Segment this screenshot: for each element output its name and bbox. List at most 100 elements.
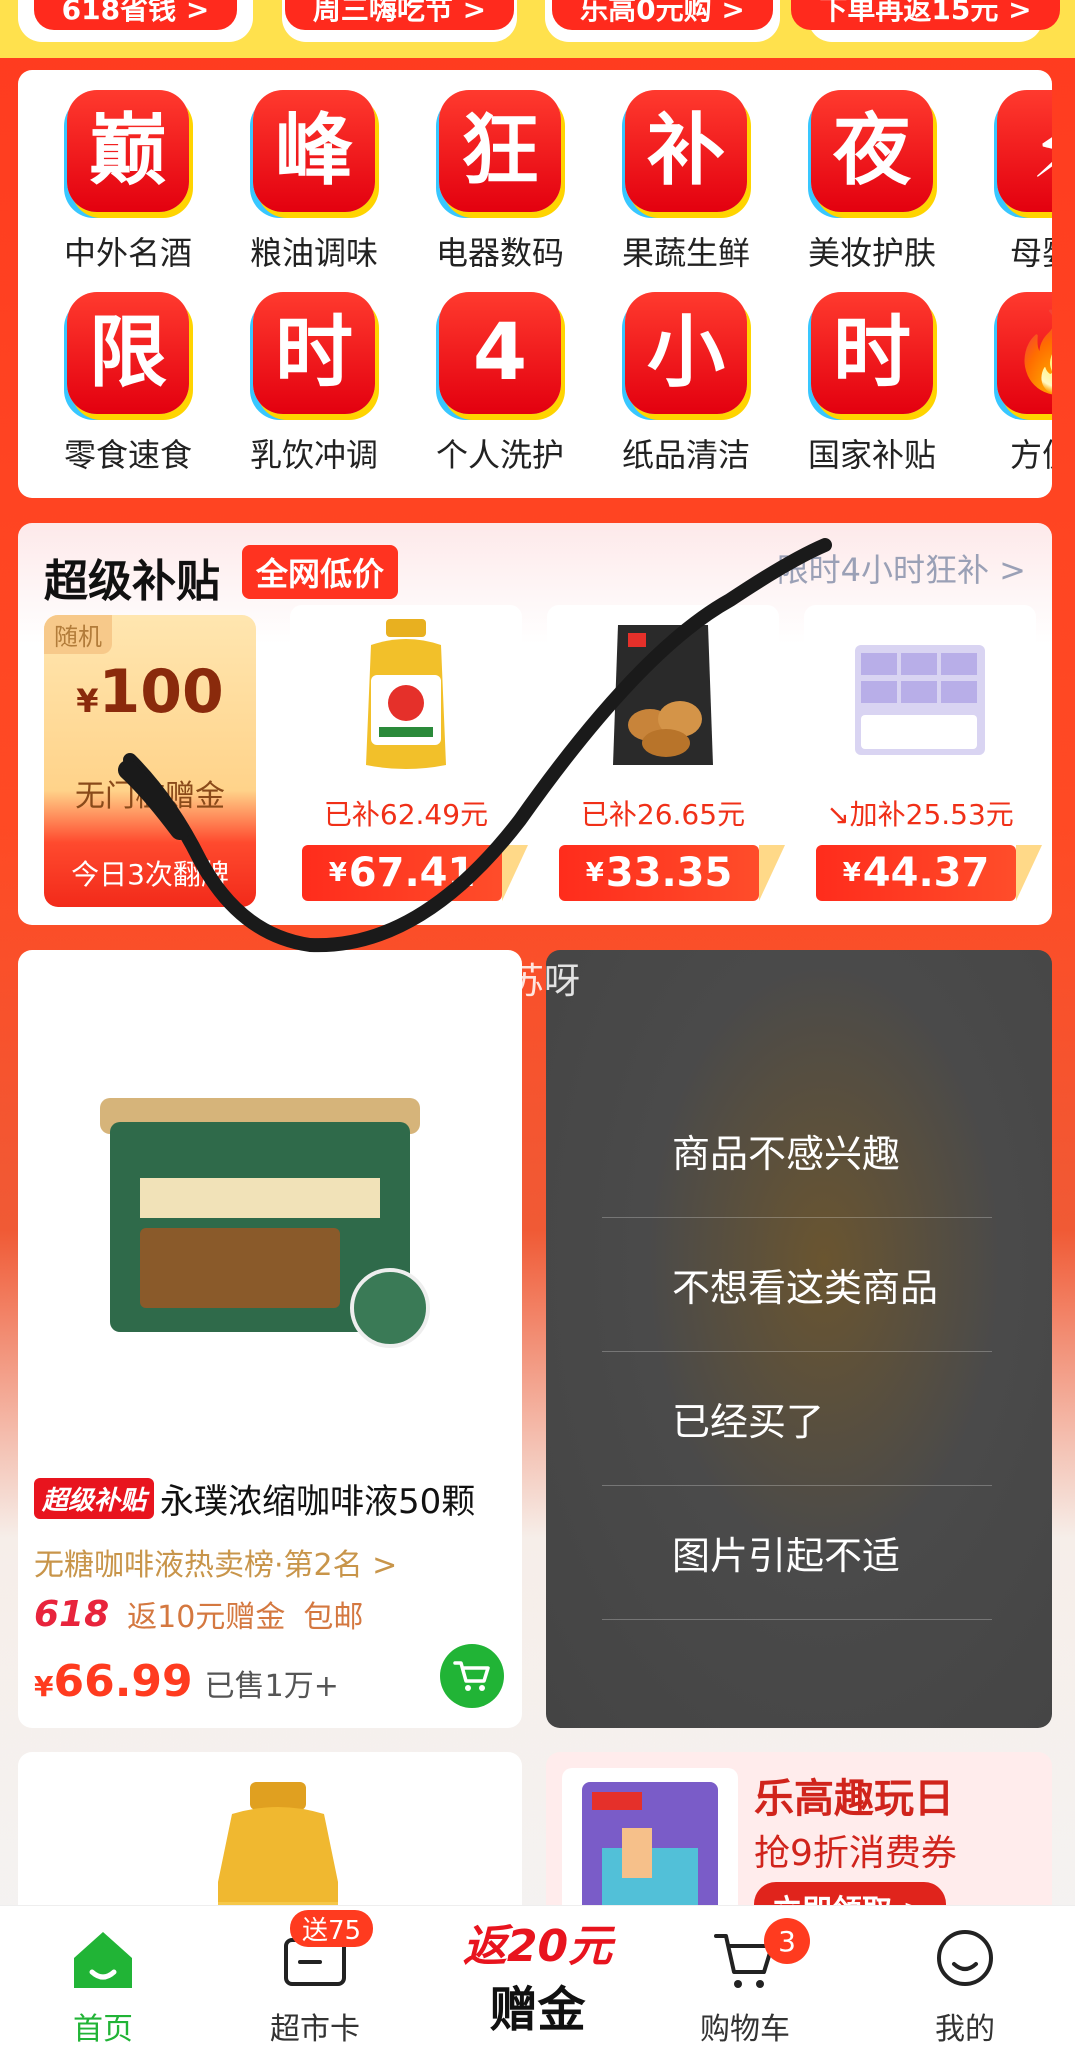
category-label: 零食速食 [63,436,192,474]
product-name: 永璞浓缩咖啡液50颗 [160,1482,476,1522]
promo-line: 618 返10元赠金 包邮 [34,1592,363,1636]
category-label: 美妆护肤 [807,234,936,272]
feedback-already-bought[interactable]: 已经买了 [602,1352,992,1486]
tab-label: 超市卡 [270,2012,360,2047]
product-price: ¥66.99 [34,1656,193,1707]
category-national-subsidy[interactable]: 时 国家补贴 [787,292,957,476]
category-liquor[interactable]: 巅 中外名酒 [43,90,213,274]
product-title: 超级补贴 永璞浓缩咖啡液50颗 [34,1474,475,1523]
category-label: 纸品清洁 [621,436,750,474]
category-icon: 限 [67,292,189,414]
category-snacks[interactable]: 限 零食速食 [43,292,213,476]
category-icon: 峰 [253,90,375,212]
tab-me[interactable]: 我的 [890,1906,1040,2050]
bonus-flip-count: 今日3次翻牌 [71,858,229,891]
category-paper-cleaning[interactable]: 小 纸品清洁 [601,292,771,476]
cart-icon [453,1661,490,1691]
feedback-menu: 商品不感兴趣 不想看这类商品 已经买了 图片引起不适 [546,950,1052,1728]
top-promo-strip: 618省钱 > 周三嗨吃节 > 乐高0元购 > 下单再返15元 > [0,0,1075,58]
category-baby[interactable]: ⚡ 母婴育 [973,90,1052,274]
watermark-text: 我是苏苏呀 [400,961,581,1002]
tab-cart[interactable]: 3 购物车 [670,1906,820,2050]
lowest-price-badge: 全网低价 [242,545,399,599]
free-shipping-text: 包邮 [303,1600,364,1635]
promo-pill-wednesday[interactable]: 周三嗨吃节 > [282,0,517,42]
category-row-2: 限 零食速食 时 乳饮冲调 4 个人洗护 小 纸品清洁 时 国家补贴 🔥 方便食 [18,292,1052,492]
user-icon [937,1930,993,1986]
category-grain-oil[interactable]: 峰 粮油调味 [229,90,399,274]
category-label: 乳饮冲调 [249,436,378,474]
tab-supermarket-card[interactable]: 送75 超市卡 [240,1906,390,2050]
category-dairy[interactable]: 时 乳饮冲调 [229,292,399,476]
category-label: 果蔬生鲜 [621,234,750,272]
category-label: 方便食 [1009,436,1052,474]
category-icon: 小 [625,292,747,414]
promo-pill-lego[interactable]: 乐高0元购 > [545,0,780,42]
category-row-1: 巅 中外名酒 峰 粮油调味 狂 电器数码 补 果蔬生鲜 夜 美妆护肤 ⚡ 母婴育 [18,90,1052,290]
feedback-image-discomfort[interactable]: 图片引起不适 [602,1486,992,1620]
category-label: 个人洗护 [435,436,564,474]
category-label: 中外名酒 [63,234,192,272]
section-title: 超级补贴 [44,556,220,607]
tab-label: 我的 [935,2012,995,2047]
lego-subtitle: 抢9折消费券 [754,1833,957,1874]
category-icon: 时 [253,292,375,414]
cart-count-badge: 3 [764,1918,810,1964]
home-icon [74,1932,132,1988]
subsidy-amount: 已补26.65元 [580,798,746,831]
random-tag: 随机 [44,615,112,654]
feedback-hide-category[interactable]: 不想看这类商品 [602,1218,992,1352]
tissue-pack-image [855,645,985,755]
snack-bag-image [613,625,713,765]
super-subsidy-section: 超级补贴 全网低价 限时4小时狂补 > 随机 ¥100 无门槛赠金 今日3次翻牌… [18,523,1052,925]
price-tag: ¥44.37 [816,845,1042,901]
category-personal-care[interactable]: 4 个人洗护 [415,292,585,476]
feedback-not-interested[interactable]: 商品不感兴趣 [602,1084,992,1218]
price-row: ¥66.99 已售1万+ [34,1656,339,1707]
subsidy-product-oil[interactable]: 已补62.49元 ¥67.41 [290,605,528,905]
ranking-link[interactable]: 无糖咖啡液热卖榜·第2名 > [34,1540,397,1584]
category-electronics[interactable]: 狂 电器数码 [415,90,585,274]
subsidy-product-pork[interactable]: 已补26.65元 ¥33.35 [547,605,785,905]
promo-pill-cashback[interactable]: 下单再返15元 > [791,0,1060,42]
subsidy-amount: 已补62.49元 [323,798,489,831]
category-beauty[interactable]: 夜 美妆护肤 [787,90,957,274]
center-promo-line2: 赠金 [489,1982,586,2038]
super-subsidy-badge: 超级补贴 [34,1478,155,1519]
coffee-box-image [100,1098,430,1348]
tab-label: 购物车 [700,2012,790,2047]
category-icon: 时 [811,292,933,414]
category-icon: 狂 [439,90,561,212]
cashback-text: 返10元赠金 [127,1600,286,1635]
oil-bottle-image [366,619,446,769]
subsidy-more-link[interactable]: 限时4小时狂补 > [777,545,1026,591]
lego-title: 乐高趣玩日 [754,1776,954,1822]
price-tag: ¥33.35 [559,845,785,901]
category-icon: 补 [625,90,747,212]
fire-icon: 🔥 [997,292,1052,414]
category-label: 国家补贴 [807,436,936,474]
bonus-amount: ¥100 [76,657,224,727]
bonus-card[interactable]: 随机 ¥100 无门槛赠金 今日3次翻牌 [44,615,256,907]
tab-home[interactable]: 首页 [28,1906,178,2050]
center-promo-line1: 返20元 [462,1921,613,1972]
subsidy-amount: ↘加补25.53元 [826,798,1014,831]
sold-count: 已售1万+ [204,1669,339,1704]
618-logo: 618 [34,1593,110,1635]
tab-label: 首页 [73,2012,133,2047]
category-label: 粮油调味 [249,234,378,272]
category-label: 母婴育 [1009,234,1052,272]
subsidy-product-tissue[interactable]: ↘加补25.53元 ¥44.37 [804,605,1042,905]
category-icon: 4 [439,292,561,414]
promo-pill-618[interactable]: 618省钱 > [18,0,253,42]
category-fresh[interactable]: 补 果蔬生鲜 [601,90,771,274]
feed-card-coffee[interactable]: 超级补贴 永璞浓缩咖啡液50颗 无糖咖啡液热卖榜·第2名 > 618 返10元赠… [18,950,522,1728]
lightning-icon: ⚡ [997,90,1052,212]
category-icon: 巅 [67,90,189,212]
category-grid: 巅 中外名酒 峰 粮油调味 狂 电器数码 补 果蔬生鲜 夜 美妆护肤 ⚡ 母婴育… [18,70,1052,498]
category-icon: 夜 [811,90,933,212]
center-promo-button[interactable]: 返20元 赠金 [455,1910,620,2050]
add-to-cart-button[interactable] [440,1644,504,1708]
price-tag: ¥67.41 [302,845,528,901]
category-instant-food[interactable]: 🔥 方便食 [973,292,1052,476]
